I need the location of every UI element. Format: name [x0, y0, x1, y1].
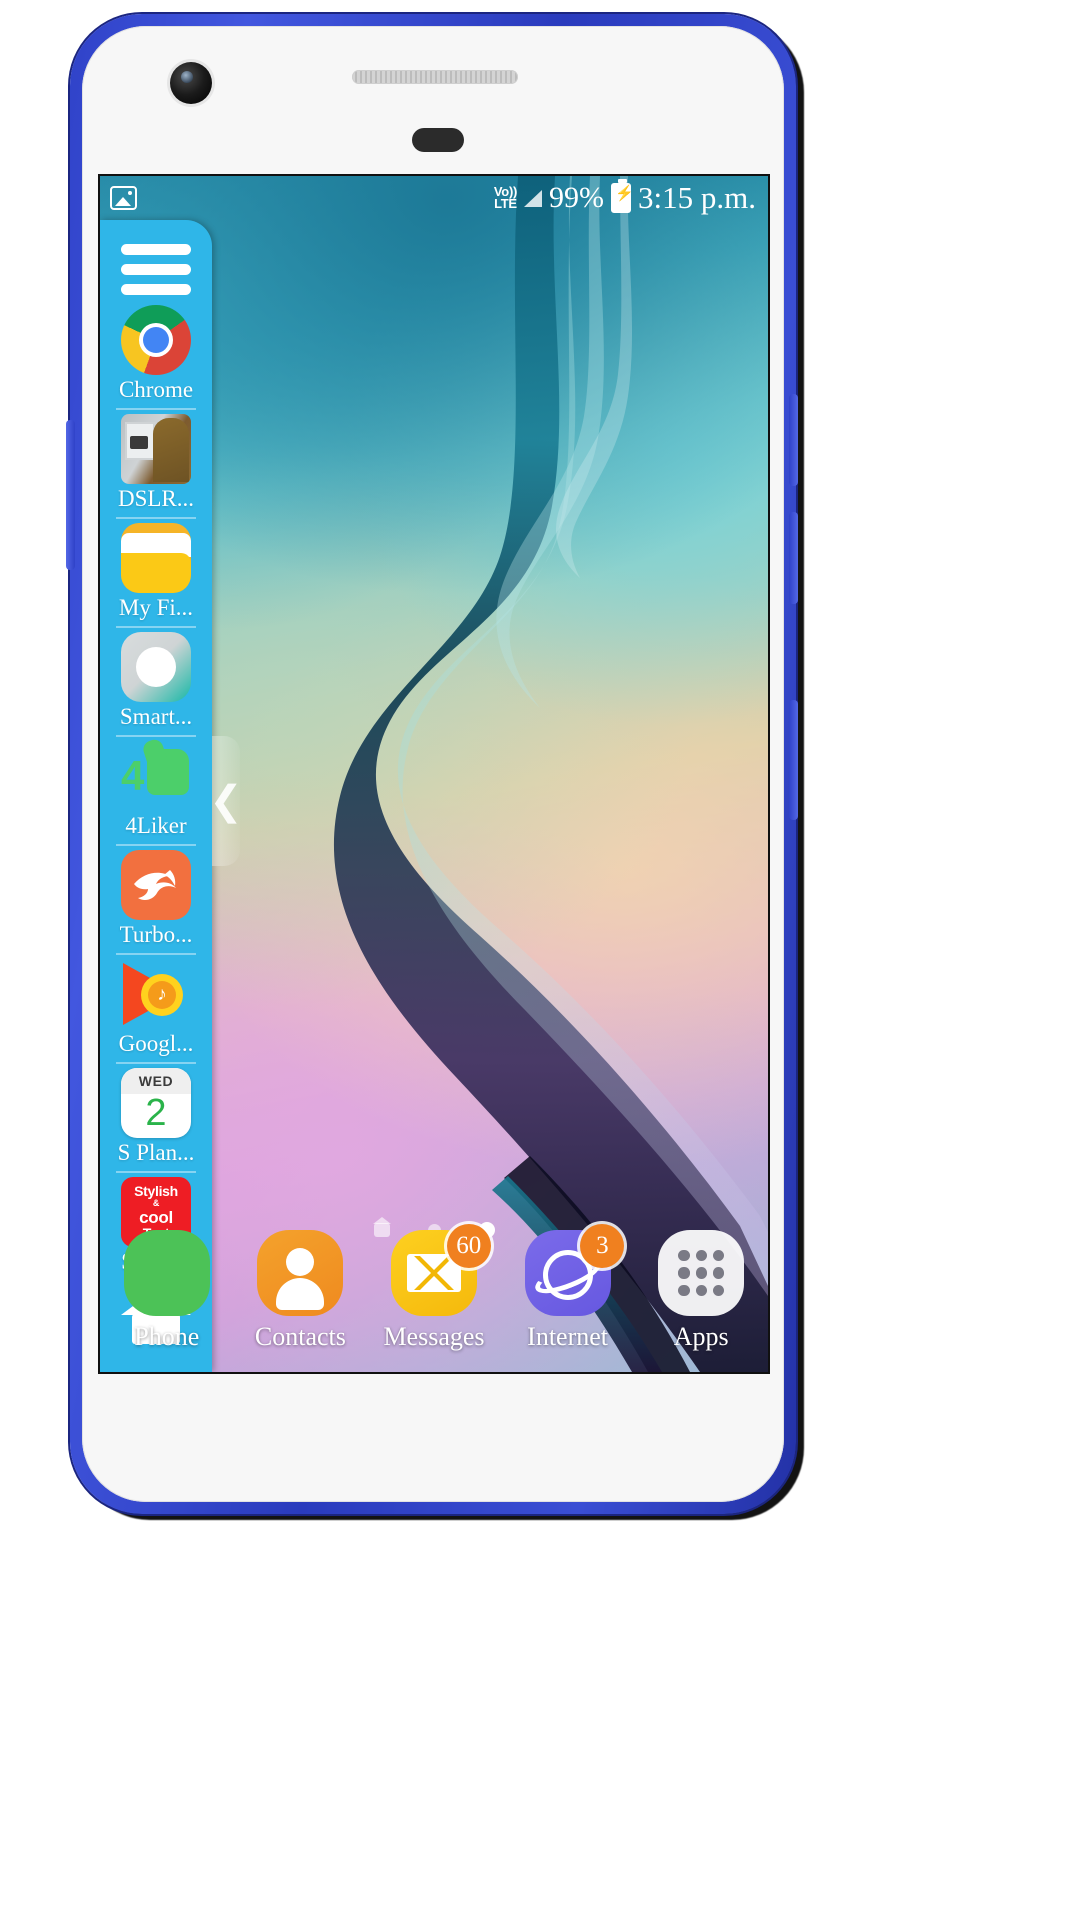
calendar-icon: WED 2: [121, 1068, 191, 1138]
apps-grid-icon: [658, 1230, 745, 1316]
sidebar-item-s-planner[interactable]: WED 2 S Plan...: [100, 1068, 212, 1166]
calendar-weekday: WED: [138, 1073, 174, 1089]
screenshot-root: Vo)) LTE 99% 3:15 p.m. Chrome: [0, 0, 1080, 1920]
sidebar-label-s-planner: S Plan...: [117, 1140, 195, 1165]
sidebar-label-google-play-music: Googl...: [118, 1031, 194, 1056]
sidebar-item-smart-switch[interactable]: Smart...: [100, 632, 212, 730]
phone-screen[interactable]: Vo)) LTE 99% 3:15 p.m. Chrome: [100, 176, 768, 1372]
messages-badge: 60: [446, 1224, 491, 1268]
front-camera-icon: [170, 62, 212, 104]
dock-item-phone[interactable]: Phone: [100, 1230, 234, 1352]
dock-item-messages[interactable]: 60 Messages: [367, 1224, 501, 1352]
proximity-sensor: [412, 128, 464, 152]
dock-item-contacts[interactable]: Contacts: [234, 1230, 368, 1352]
thumbs-up-icon: 4: [121, 741, 191, 811]
dock-label-contacts: Contacts: [254, 1322, 346, 1351]
sidebar-divider: [116, 844, 196, 846]
earpiece-speaker: [352, 70, 518, 84]
folder-icon: [121, 523, 191, 593]
battery-percent-label: 99%: [549, 181, 605, 214]
edge-app-panel[interactable]: Chrome DSLR... My Fi... Smart... 4 4Like…: [100, 220, 212, 1372]
smart-switch-icon: [121, 632, 191, 702]
contacts-icon: [257, 1230, 344, 1316]
4liker-glyph: 4: [121, 752, 145, 799]
sidebar-label-turbo: Turbo...: [119, 922, 193, 947]
status-bar-right: Vo)) LTE 99% 3:15 p.m.: [494, 179, 756, 216]
dock-label-phone: Phone: [134, 1322, 200, 1351]
chrome-icon: [121, 305, 191, 375]
turbo-bird-glyph: [134, 870, 176, 901]
dock-label-internet: Internet: [527, 1322, 608, 1351]
sidebar-label-smart-switch: Smart...: [119, 704, 193, 729]
sidebar-divider: [116, 1171, 196, 1173]
sidebar-divider: [116, 408, 196, 410]
sidebar-item-4liker[interactable]: 4 4Liker: [100, 741, 212, 839]
stylish-line1: Stylish: [134, 1183, 178, 1199]
dock-label-messages: Messages: [383, 1322, 485, 1351]
sidebar-divider: [116, 735, 196, 737]
sidebar-item-turbo[interactable]: Turbo...: [100, 850, 212, 948]
dslr-camera-icon: [121, 414, 191, 484]
dock-item-apps[interactable]: Apps: [634, 1230, 768, 1352]
hamburger-menu-icon[interactable]: [121, 244, 191, 295]
sidebar-label-4liker: 4Liker: [125, 813, 187, 838]
power-button[interactable]: [789, 700, 798, 820]
volte-indicator: Vo)) LTE: [494, 185, 517, 211]
sidebar-divider: [116, 1062, 196, 1064]
music-note-glyph: ♪: [148, 981, 176, 1009]
sidebar-item-dslr-camera[interactable]: DSLR...: [100, 414, 212, 512]
edge-panel-handle[interactable]: ❮: [209, 736, 243, 866]
sidebar-divider: [116, 626, 196, 628]
dock-item-internet[interactable]: 3 Internet: [501, 1224, 635, 1352]
sidebar-label-chrome: Chrome: [118, 377, 194, 402]
left-side-button[interactable]: [66, 420, 75, 570]
sidebar-label-dslr: DSLR...: [117, 486, 195, 511]
status-bar-clock: 3:15 p.m.: [638, 180, 756, 215]
volte-line2: LTE: [494, 196, 517, 211]
battery-charging-icon: [611, 179, 634, 213]
sidebar-divider: [116, 953, 196, 955]
phone-icon: [123, 1230, 210, 1316]
status-bar[interactable]: Vo)) LTE 99% 3:15 p.m.: [100, 176, 768, 220]
sidebar-item-chrome[interactable]: Chrome: [100, 305, 212, 403]
status-bar-left: [110, 186, 137, 210]
gallery-icon: [110, 186, 137, 210]
chevron-left-icon: ❮: [209, 778, 243, 823]
calendar-day: 2: [145, 1092, 167, 1134]
play-music-icon: ♪: [121, 959, 191, 1029]
turbo-bird-icon: [121, 850, 191, 920]
volume-up-button[interactable]: [789, 394, 798, 486]
sidebar-item-my-files[interactable]: My Fi...: [100, 523, 212, 621]
dock[interactable]: Phone Contacts 60 Messages 3 Internet Ap…: [100, 1216, 768, 1372]
sidebar-label-my-files: My Fi...: [118, 595, 194, 620]
signal-bars-icon: [524, 189, 543, 207]
volume-down-button[interactable]: [789, 512, 798, 604]
dock-label-apps: Apps: [673, 1322, 729, 1351]
sidebar-divider: [116, 517, 196, 519]
sidebar-item-google-play-music[interactable]: ♪ Googl...: [100, 959, 212, 1057]
internet-badge: 3: [580, 1224, 625, 1268]
